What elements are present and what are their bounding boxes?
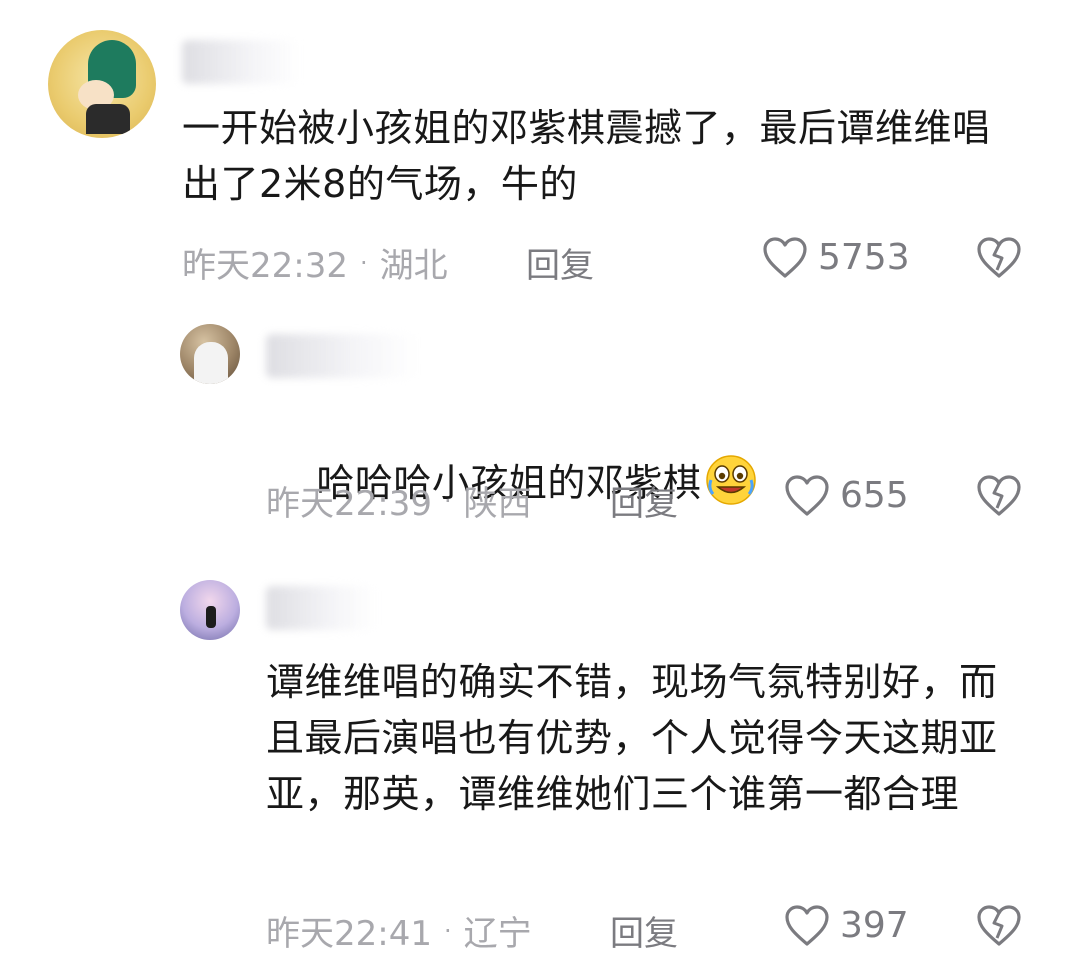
comment-meta: 昨天22:39 · 陕西	[266, 476, 532, 525]
comment-location: 湖北	[379, 246, 448, 286]
username-blurred[interactable]	[266, 334, 416, 378]
heart-icon	[785, 905, 829, 946]
like-count: 655	[840, 474, 909, 516]
username-blurred[interactable]	[266, 586, 376, 630]
username-blurred[interactable]	[182, 40, 300, 84]
comment-location: 辽宁	[463, 914, 532, 954]
comment-time: 昨天22:41	[266, 914, 432, 954]
reply-button[interactable]: 回复	[610, 906, 678, 955]
like-count: 5753	[818, 236, 910, 278]
broken-heart-icon	[977, 475, 1021, 516]
cartoon-avatar-icon[interactable]	[48, 30, 156, 138]
dislike-button[interactable]	[976, 236, 1022, 282]
photo-avatar-icon[interactable]	[180, 324, 240, 384]
reply-button[interactable]: 回复	[526, 238, 594, 287]
heart-icon	[785, 475, 829, 516]
reply-button[interactable]: 回复	[610, 476, 678, 525]
meta-separator: ·	[443, 486, 452, 515]
laughing-crying-emoji-icon	[706, 455, 757, 505]
comment-text: 一开始被小孩姐的邓紫棋震撼了，最后谭维维唱出了2米8的气场，牛的	[182, 106, 991, 206]
comment-text: 谭维维唱的确实不错，现场气氛特别好，而且最后演唱也有优势，个人觉得今天这期亚亚，…	[266, 660, 998, 816]
like-button[interactable]: 5753	[762, 236, 910, 278]
comment-time: 昨天22:32	[182, 246, 348, 286]
comment-time: 昨天22:39	[266, 484, 432, 524]
heart-icon	[763, 237, 807, 278]
dislike-button[interactable]	[976, 474, 1022, 520]
comment-meta: 昨天22:32 · 湖北	[182, 238, 448, 287]
meta-separator: ·	[359, 248, 368, 277]
dislike-button[interactable]	[976, 904, 1022, 950]
like-count: 397	[840, 904, 909, 946]
broken-heart-icon	[977, 905, 1021, 946]
purple-avatar-icon[interactable]	[180, 580, 240, 640]
comment-meta: 昨天22:41 · 辽宁	[266, 906, 532, 955]
comment-location: 陕西	[463, 484, 532, 524]
like-button[interactable]: 655	[784, 474, 909, 516]
meta-separator: ·	[443, 916, 452, 945]
like-button[interactable]: 397	[784, 904, 909, 946]
broken-heart-icon	[977, 237, 1021, 278]
